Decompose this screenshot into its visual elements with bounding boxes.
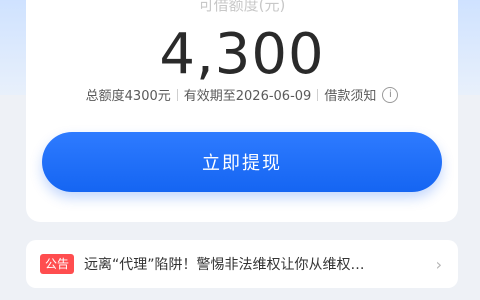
divider [317, 88, 319, 101]
withdraw-button[interactable]: 立即提现 [42, 132, 442, 192]
credit-card-panel: 可借额度(元) 4,300 总额度4300元 有效期至2026-06-09 借款… [26, 0, 458, 222]
announcement-bar[interactable]: 公告 远离“代理”陷阱！警惕非法维权让你从维权… › [26, 240, 458, 288]
chevron-right-icon: › [435, 254, 442, 274]
loan-notice-link[interactable]: 借款须知 [324, 85, 376, 104]
divider [176, 88, 178, 101]
validity-text: 有效期至2026-06-09 [183, 89, 312, 104]
announcement-text: 远离“代理”陷阱！警惕非法维权让你从维权… [84, 257, 365, 273]
announcement-badge: 公告 [40, 254, 75, 274]
limit-info-row: 总额度4300元 有效期至2026-06-09 借款须知 i [26, 85, 458, 104]
info-icon[interactable]: i [382, 86, 399, 103]
total-limit-text: 总额度4300元 [85, 89, 171, 104]
